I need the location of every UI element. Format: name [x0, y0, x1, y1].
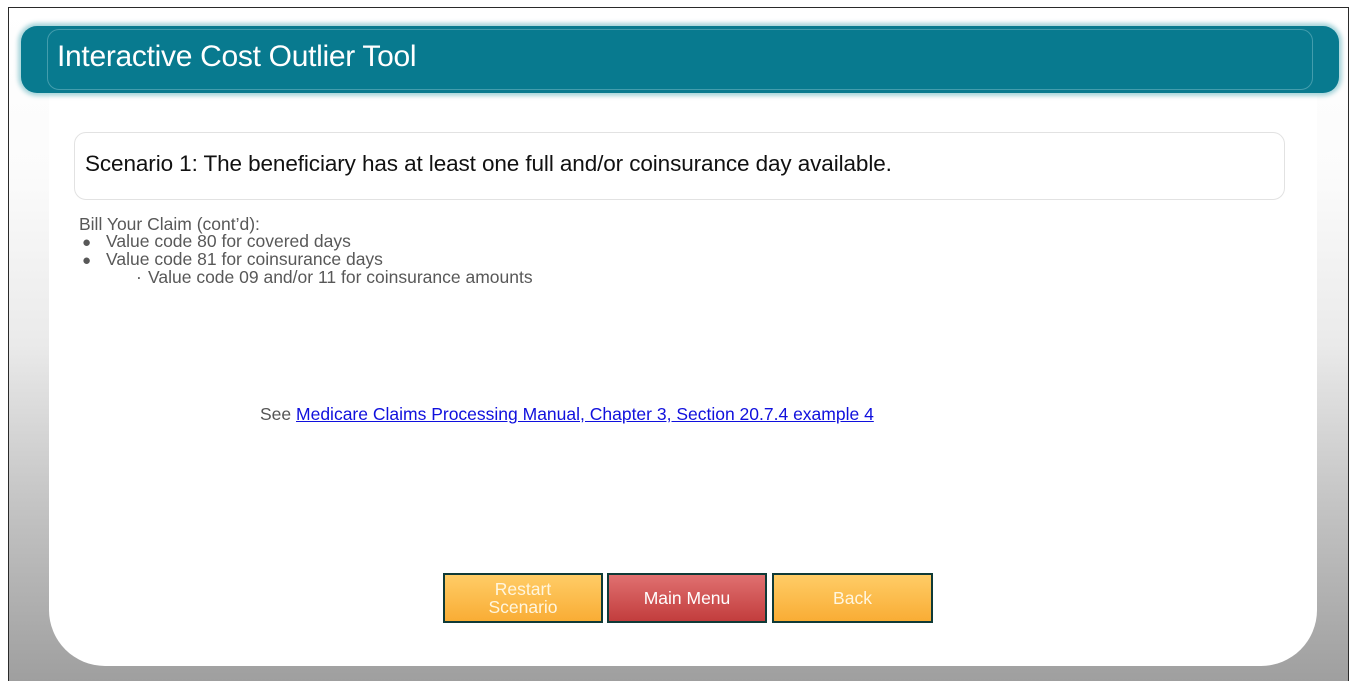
- scenario-text: Scenario 1: The beneficiary has at least…: [85, 151, 892, 176]
- restart-label-line1: Restart: [494, 579, 552, 599]
- list-item-text: Value code 81 for coinsurance days: [106, 249, 383, 269]
- bullet-icon: ●: [82, 252, 92, 269]
- small-bullet-icon: ·: [136, 267, 142, 287]
- bill-your-claim-section: Bill Your Claim (cont’d): ● Value code 80…: [79, 215, 533, 287]
- sub-list-item-text: Value code 09 and/or 11 for coinsurance …: [148, 267, 533, 287]
- page-title: Interactive Cost Outlier Tool: [57, 40, 417, 73]
- main-menu-label: Main Menu: [643, 588, 731, 608]
- back-button[interactable]: Back: [772, 573, 933, 623]
- restart-label-line2: Scenario: [488, 597, 558, 617]
- reference-prefix: See: [260, 404, 292, 424]
- reference-line: See Medicare Claims Processing Manual, C…: [260, 404, 874, 425]
- back-label: Back: [833, 588, 872, 608]
- header-bar: Interactive Cost Outlier Tool: [21, 26, 1339, 93]
- sub-list-item: · Value code 09 and/or 11 for coinsurance…: [79, 267, 533, 287]
- restart-scenario-button[interactable]: Restart Scenario: [443, 573, 603, 623]
- app-frame: Interactive Cost Outlier Tool Scenario 1…: [8, 7, 1349, 681]
- main-menu-button[interactable]: Main Menu: [607, 573, 767, 623]
- manual-link[interactable]: Medicare Claims Processing Manual, Chapt…: [296, 404, 874, 424]
- bullet-icon: ●: [82, 234, 92, 251]
- scenario-box: Scenario 1: The beneficiary has at least…: [74, 132, 1285, 200]
- list-item-text: Value code 80 for covered days: [106, 231, 351, 251]
